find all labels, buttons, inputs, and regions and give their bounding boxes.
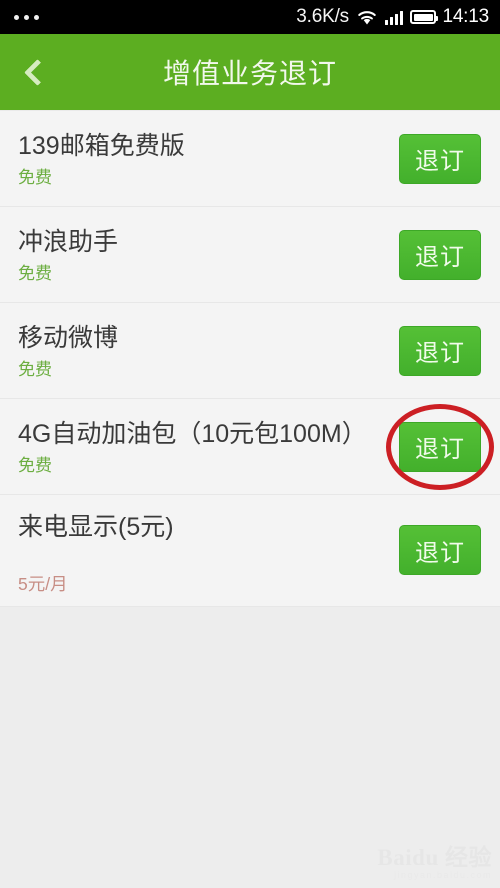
unsubscribe-button[interactable]: 退订: [399, 525, 481, 576]
service-price: 免费: [18, 167, 52, 187]
watermark-brand: Baidu 经验: [377, 845, 492, 870]
status-bar-right: 3.6K/s 14:13: [296, 6, 489, 28]
watermark: Baidu 经验 jingyan.baidu.com: [377, 838, 492, 880]
unsubscribe-button[interactable]: 退订: [399, 421, 481, 472]
list-item-texts: 4G自动加油包（10元包100M） 免费: [18, 403, 394, 489]
list-item-texts: 冲浪助手 免费: [18, 211, 394, 297]
list-item-texts: 139邮箱免费版 免费: [18, 115, 394, 201]
list-item[interactable]: 139邮箱免费版 免费 退订: [0, 111, 500, 207]
unsubscribe-button-wrap: 退订: [394, 229, 486, 280]
list-item[interactable]: 来电显示(5元) 5元/月 退订: [0, 495, 500, 607]
unsubscribe-button-wrap: 退订: [386, 403, 494, 490]
empty-content-area: Baidu 经验 jingyan.baidu.com: [0, 614, 500, 888]
unsubscribe-button[interactable]: 退订: [399, 229, 481, 280]
service-price: 免费: [18, 263, 52, 283]
unsubscribe-button[interactable]: 退订: [399, 325, 481, 376]
service-name: 4G自动加油包（10元包100M）: [18, 420, 367, 449]
service-name: 139邮箱免费版: [18, 132, 185, 161]
unsubscribe-button[interactable]: 退订: [399, 133, 481, 184]
cellular-signal-icon: [384, 9, 404, 25]
battery-icon: [410, 10, 439, 24]
service-name: 来电显示(5元): [18, 513, 174, 541]
app-header: 增值业务退订: [0, 34, 500, 110]
service-price: 免费: [18, 455, 52, 475]
service-price: 5元/月: [18, 573, 68, 594]
unsubscribe-button-wrap: 退订: [394, 325, 486, 376]
wifi-icon: [356, 9, 378, 26]
list-item-texts: 移动微博 免费: [18, 307, 394, 393]
service-list: 139邮箱免费版 免费 退订 冲浪助手 免费 退订 移动微博 免费 退订 4G自…: [0, 110, 500, 607]
status-bar: 3.6K/s 14:13: [0, 0, 500, 34]
status-bar-left: [14, 14, 39, 20]
unsubscribe-button-wrap: 退订: [394, 133, 486, 184]
unsubscribe-button-wrap: 退订: [394, 525, 486, 576]
list-item[interactable]: 移动微博 免费 退订: [0, 303, 500, 399]
service-name: 移动微博: [18, 324, 119, 353]
network-speed-label: 3.6K/s: [296, 6, 349, 27]
service-price: 免费: [18, 359, 52, 379]
list-item[interactable]: 4G自动加油包（10元包100M） 免费 退订: [0, 399, 500, 495]
clock-label: 14:13: [442, 6, 489, 27]
list-item[interactable]: 冲浪助手 免费 退订: [0, 207, 500, 303]
watermark-url: jingyan.baidu.com: [393, 870, 492, 880]
three-dots-icon: [14, 14, 39, 20]
list-item-texts: 来电显示(5元) 5元/月: [18, 495, 394, 606]
page-title: 增值业务退订: [162, 58, 337, 89]
service-name: 冲浪助手: [18, 228, 119, 257]
